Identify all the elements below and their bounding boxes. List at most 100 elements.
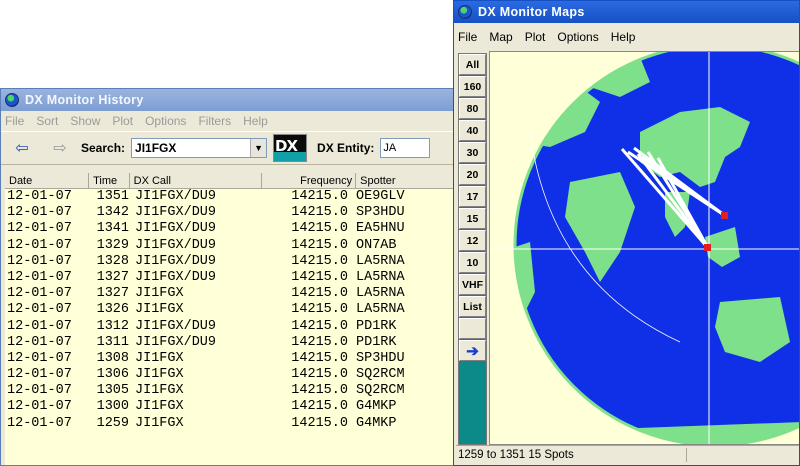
spot-marker-du9[interactable]: [704, 244, 711, 251]
cell-dxcall: JI1FGX: [135, 367, 184, 383]
band-all-button[interactable]: All: [459, 54, 486, 75]
band-vhf-button[interactable]: VHF: [459, 274, 486, 295]
table-row[interactable]: 12-01-07 1351 JI1FGX/DU9 14215.0 OE9GLV: [5, 189, 455, 205]
band-20-button[interactable]: 20: [459, 164, 486, 185]
cell-spotter: LA5RNA: [356, 286, 405, 302]
table-row[interactable]: 12-01-07 1328 JI1FGX/DU9 14215.0 LA5RNA: [5, 254, 455, 270]
maps-menu-options[interactable]: Options: [557, 30, 598, 44]
cell-time: 1259: [96, 415, 129, 431]
search-combo[interactable]: JI1FGX ▼: [131, 138, 268, 158]
map-view[interactable]: [489, 51, 799, 445]
history-titlebar[interactable]: DX Monitor History: [1, 89, 455, 111]
cell-dxcall: JI1FGX: [135, 415, 184, 431]
back-arrow-icon[interactable]: ⇦: [9, 138, 35, 158]
band-40-button[interactable]: 40: [459, 120, 486, 141]
cell-time: 1351: [96, 189, 129, 204]
menu-filters[interactable]: Filters: [198, 114, 231, 128]
entity-input[interactable]: JA: [380, 138, 431, 158]
band-17-button[interactable]: 17: [459, 186, 486, 207]
maps-menu-file[interactable]: File: [458, 30, 477, 44]
cell-date: 12-01-07: [7, 367, 72, 383]
col-frequency[interactable]: Frequency: [262, 173, 357, 188]
cell-dxcall: JI1FGX/DU9: [135, 221, 217, 237]
menu-sort[interactable]: Sort: [36, 114, 58, 128]
maps-menu-map[interactable]: Map: [489, 30, 512, 44]
table-row[interactable]: 12-01-07 1312 JI1FGX/DU9 14215.0 PD1RK: [5, 319, 455, 335]
col-spotter[interactable]: Spotter: [356, 173, 455, 188]
menu-options[interactable]: Options: [145, 114, 186, 128]
cell-frequency: 14215.0: [291, 350, 348, 366]
history-menubar: File Sort Show Plot Options Filters Help: [1, 111, 455, 131]
cell-spotter: SQ2RCM: [356, 367, 405, 383]
col-time[interactable]: Time: [89, 173, 130, 188]
status-text: 1259 to 1351 15 Spots: [458, 449, 574, 461]
band-10-button[interactable]: 10: [459, 252, 486, 273]
cell-spotter: G4MKP: [356, 399, 397, 415]
table-row[interactable]: 12-01-07 1308 JI1FGX 14215.0 SP3HDU: [5, 351, 455, 367]
history-title: DX Monitor History: [25, 93, 144, 107]
list-button[interactable]: List: [459, 296, 486, 317]
cell-date: 12-01-07: [7, 269, 72, 285]
maps-menu-plot[interactable]: Plot: [525, 30, 546, 44]
cell-date: 12-01-07: [7, 302, 72, 318]
table-row[interactable]: 12-01-07 1342 JI1FGX/DU9 14215.0 SP3HDU: [5, 205, 455, 221]
table-row[interactable]: 12-01-07 1259 JI1FGX 14215.0 G4MKP: [5, 416, 455, 432]
table-row[interactable]: 12-01-07 1329 JI1FGX/DU9 14215.0 ON7AB: [5, 238, 455, 254]
cell-frequency: 14215.0: [291, 367, 348, 383]
table-row[interactable]: 12-01-07 1306 JI1FGX 14215.0 SQ2RCM: [5, 367, 455, 383]
entity-label: DX Entity:: [317, 141, 375, 155]
history-window: DX Monitor History File Sort Show Plot O…: [0, 88, 456, 466]
cell-frequency: 14215.0: [291, 205, 348, 221]
cell-dxcall: JI1FGX/DU9: [135, 205, 217, 221]
table-row[interactable]: 12-01-07 1326 JI1FGX 14215.0 LA5RNA: [5, 302, 455, 318]
cell-date: 12-01-07: [7, 334, 72, 350]
cell-dxcall: JI1FGX: [135, 383, 184, 399]
globe-icon: [458, 5, 472, 19]
table-row[interactable]: 12-01-07 1311 JI1FGX/DU9 14215.0 PD1RK: [5, 335, 455, 351]
menu-help[interactable]: Help: [243, 114, 268, 128]
table-row[interactable]: 12-01-07 1341 JI1FGX/DU9 14215.0 EA5HNU: [5, 221, 455, 237]
history-toolbar: ⇦ ⇨ Search: JI1FGX ▼ DX DX Entity: JA: [1, 131, 455, 165]
cell-spotter: LA5RNA: [356, 253, 405, 269]
cell-spotter: LA5RNA: [356, 302, 405, 318]
cell-frequency: 14215.0: [291, 269, 348, 285]
blank-button: [459, 318, 486, 339]
band-80-button[interactable]: 80: [459, 98, 486, 119]
table-row[interactable]: 12-01-07 1327 JI1FGX 14215.0 LA5RNA: [5, 286, 455, 302]
band-15-button[interactable]: 15: [459, 208, 486, 229]
menu-show[interactable]: Show: [70, 114, 100, 128]
cell-frequency: 14215.0: [291, 189, 348, 204]
cell-frequency: 14215.0: [291, 415, 348, 431]
cell-date: 12-01-07: [7, 189, 72, 204]
menu-file[interactable]: File: [5, 114, 24, 128]
maps-menu-help[interactable]: Help: [611, 30, 636, 44]
dx-logo[interactable]: DX: [273, 134, 308, 162]
arrow-right-icon: ➔: [466, 342, 479, 360]
cell-time: 1329: [96, 237, 129, 253]
cell-dxcall: JI1FGX: [135, 302, 184, 318]
cell-spotter: SP3HDU: [356, 350, 405, 366]
table-row[interactable]: 12-01-07 1300 JI1FGX 14215.0 G4MKP: [5, 399, 455, 415]
col-date[interactable]: Date: [5, 173, 90, 188]
cell-date: 12-01-07: [7, 221, 72, 237]
search-label: Search:: [81, 141, 126, 155]
cell-spotter: SP3HDU: [356, 205, 405, 221]
cell-frequency: 14215.0: [291, 237, 348, 253]
cell-time: 1341: [96, 221, 129, 237]
cell-date: 12-01-07: [7, 318, 72, 334]
go-button[interactable]: ➔: [459, 340, 486, 361]
table-row[interactable]: 12-01-07 1327 JI1FGX/DU9 14215.0 LA5RNA: [5, 270, 455, 286]
band-160-button[interactable]: 160: [459, 76, 486, 97]
chevron-down-icon[interactable]: ▼: [250, 139, 267, 157]
menu-plot[interactable]: Plot: [112, 114, 133, 128]
forward-arrow-icon[interactable]: ⇨: [47, 138, 73, 158]
table-row[interactable]: 12-01-07 1305 JI1FGX 14215.0 SQ2RCM: [5, 383, 455, 399]
cell-date: 12-01-07: [7, 237, 72, 253]
band-30-button[interactable]: 30: [459, 142, 486, 163]
band-12-button[interactable]: 12: [459, 230, 486, 251]
maps-titlebar[interactable]: DX Monitor Maps: [454, 1, 799, 23]
cell-date: 12-01-07: [7, 350, 72, 366]
cell-dxcall: JI1FGX/DU9: [135, 253, 217, 269]
spot-marker-ja[interactable]: [721, 212, 728, 219]
col-dxcall[interactable]: DX Call: [130, 173, 263, 188]
